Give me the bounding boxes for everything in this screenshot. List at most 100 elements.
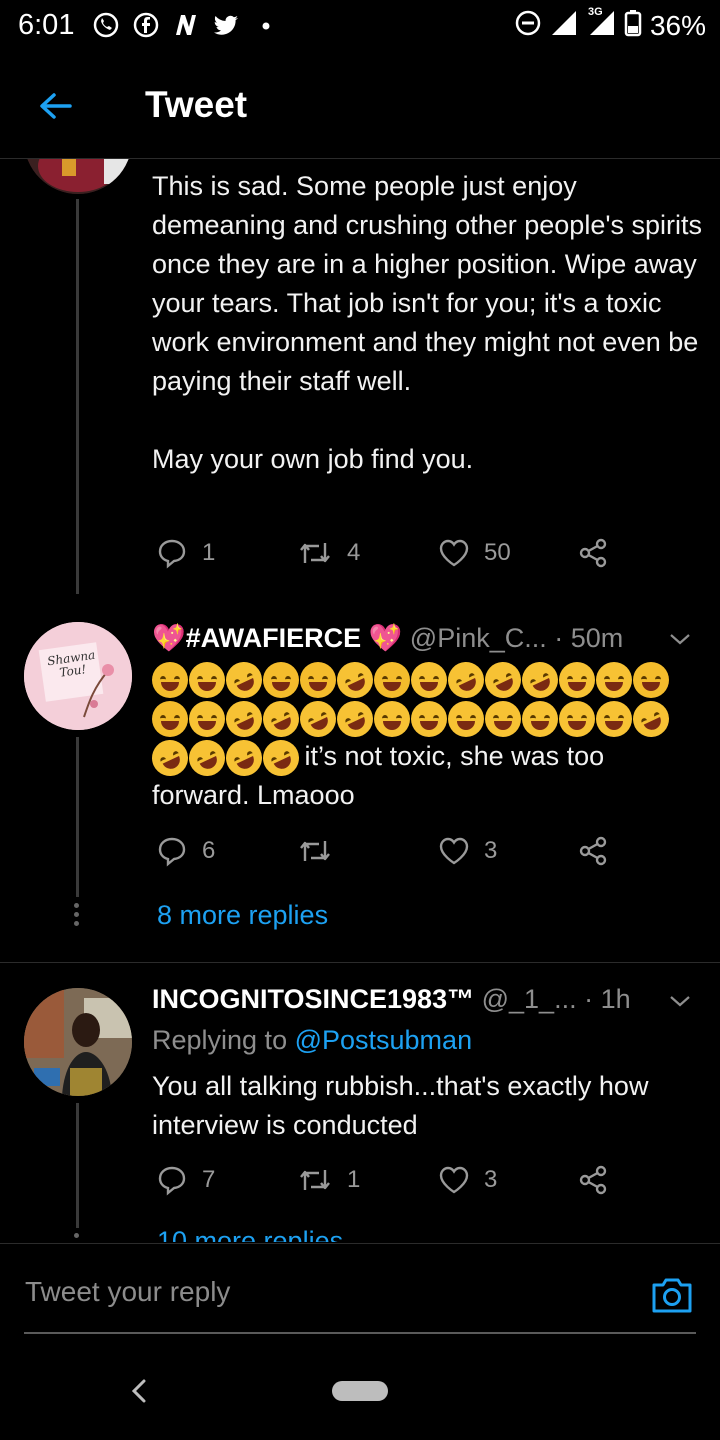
rofl-emoji xyxy=(220,656,268,704)
like-button[interactable]: 3 xyxy=(438,835,497,867)
tears-of-joy-emoji xyxy=(374,701,410,737)
status-bar: 6:01 3G 36% xyxy=(0,0,720,50)
tears-of-joy-emoji xyxy=(596,701,632,737)
share-button[interactable] xyxy=(577,1164,609,1196)
thread-line xyxy=(76,1103,79,1228)
camera-button[interactable] xyxy=(650,1274,694,1316)
arrow-left-icon xyxy=(40,93,72,119)
share-icon xyxy=(579,1165,607,1195)
nav-back-icon[interactable] xyxy=(128,1378,150,1404)
rofl-emoji xyxy=(294,695,342,743)
tweet-actions: 7 1 3 xyxy=(152,1164,622,1204)
reply-composer: Tweet your reply xyxy=(0,1243,720,1334)
battery-icon xyxy=(624,9,642,42)
like-count: 3 xyxy=(484,1166,498,1193)
reply-button[interactable]: 6 xyxy=(156,835,215,867)
share-button[interactable] xyxy=(577,537,609,569)
like-button[interactable]: 50 xyxy=(438,537,511,569)
facebook-icon xyxy=(132,11,160,39)
thread-dots xyxy=(74,1233,80,1242)
avatar[interactable] xyxy=(24,159,132,194)
whatsapp-icon xyxy=(92,11,120,39)
thread-line xyxy=(76,737,79,897)
dnd-icon xyxy=(514,9,542,42)
tweet-time: · 1h xyxy=(584,984,631,1014)
grinning-sweat-emoji xyxy=(374,662,410,698)
rofl-emoji xyxy=(516,656,564,704)
dot-icon xyxy=(252,11,280,39)
tweet-header: 💖#AWAFIERCE 💖 @Pink_C... · 50m xyxy=(152,622,712,654)
retweet-icon xyxy=(300,1170,330,1190)
tweet-actions: 1 4 50 xyxy=(152,537,622,577)
system-nav-bar xyxy=(0,1340,720,1440)
user-handle[interactable]: @_1_... xyxy=(482,984,577,1014)
share-button[interactable] xyxy=(577,835,609,867)
tears-of-joy-emoji xyxy=(596,662,632,698)
rofl-emoji xyxy=(257,695,305,743)
nav-home-pill[interactable] xyxy=(332,1381,388,1401)
heart-icon xyxy=(439,837,469,865)
tears-of-joy-emoji xyxy=(448,701,484,737)
reply-button[interactable]: 1 xyxy=(156,537,215,569)
system-status: 3G 36% xyxy=(514,6,706,42)
rofl-emoji xyxy=(627,695,675,743)
display-name[interactable]: 💖#AWAFIERCE 💖 xyxy=(152,623,402,653)
retweet-icon xyxy=(300,543,330,563)
network-type: 3G xyxy=(587,6,603,18)
avatar[interactable]: Shawna Tou! xyxy=(24,622,132,730)
reply-button[interactable]: 7 xyxy=(156,1164,215,1196)
tears-of-joy-emoji xyxy=(559,662,595,698)
heart-icon xyxy=(439,1166,469,1194)
battery-percent: 36% xyxy=(649,9,706,41)
like-button[interactable]: 3 xyxy=(438,1164,497,1196)
tweet-time: · 50m xyxy=(554,623,624,653)
tweet-text: This is sad. Some people just enjoy deme… xyxy=(152,171,702,474)
reply-input[interactable]: Tweet your reply xyxy=(25,1276,230,1308)
retweet-button[interactable]: 4 xyxy=(297,537,360,569)
more-replies-link[interactable]: 8 more replies xyxy=(157,900,328,931)
app-header: Tweet xyxy=(0,58,720,159)
avatar[interactable] xyxy=(24,988,132,1096)
back-button[interactable] xyxy=(36,86,76,126)
display-name[interactable]: INCOGNITOSINCE1983™ xyxy=(152,984,474,1014)
chevron-down-icon[interactable] xyxy=(668,989,692,1013)
grinning-sweat-emoji xyxy=(152,662,188,698)
tweet-thread: This is sad. Some people just enjoy deme… xyxy=(0,159,720,1242)
share-icon xyxy=(579,836,607,866)
user-handle[interactable]: @Pink_C... xyxy=(410,623,547,653)
retweet-count: 4 xyxy=(347,539,361,566)
grinning-sweat-emoji xyxy=(633,662,669,698)
grinning-sweat-emoji xyxy=(152,701,188,737)
like-count: 3 xyxy=(484,837,498,864)
reply-count: 6 xyxy=(202,837,216,864)
tears-of-joy-emoji xyxy=(522,701,558,737)
page-title: Tweet xyxy=(145,84,248,125)
tears-of-joy-emoji xyxy=(559,701,595,737)
chevron-down-icon[interactable] xyxy=(668,627,692,651)
notification-icons xyxy=(92,11,280,39)
rofl-emoji xyxy=(331,656,379,704)
signal-icon xyxy=(550,9,578,42)
tears-of-joy-emoji xyxy=(485,701,521,737)
replying-to-handle[interactable]: @Postsubman xyxy=(295,1025,473,1055)
retweet-icon xyxy=(300,841,330,861)
camera-icon xyxy=(652,1278,692,1313)
tweet-text: You all talking rubbish...that's exactly… xyxy=(152,1071,656,1140)
rofl-emoji xyxy=(442,656,490,704)
retweet-button[interactable]: 1 xyxy=(297,1164,360,1196)
reply-icon xyxy=(158,837,186,867)
rofl-emoji xyxy=(479,656,527,704)
signal-3g-icon: 3G xyxy=(586,6,616,42)
share-icon xyxy=(579,538,607,568)
divider xyxy=(0,962,720,963)
tears-of-joy-emoji xyxy=(411,701,447,737)
retweet-button[interactable] xyxy=(297,835,347,867)
twitter-icon xyxy=(212,11,240,39)
like-count: 50 xyxy=(484,539,511,566)
tears-of-joy-emoji xyxy=(189,662,225,698)
more-replies-link[interactable]: 10 more replies xyxy=(157,1226,343,1242)
replying-to: Replying to @Postsubman xyxy=(152,1025,472,1056)
replying-prefix: Replying to xyxy=(152,1025,295,1055)
reply-count: 1 xyxy=(202,539,216,566)
news-icon xyxy=(172,11,200,39)
